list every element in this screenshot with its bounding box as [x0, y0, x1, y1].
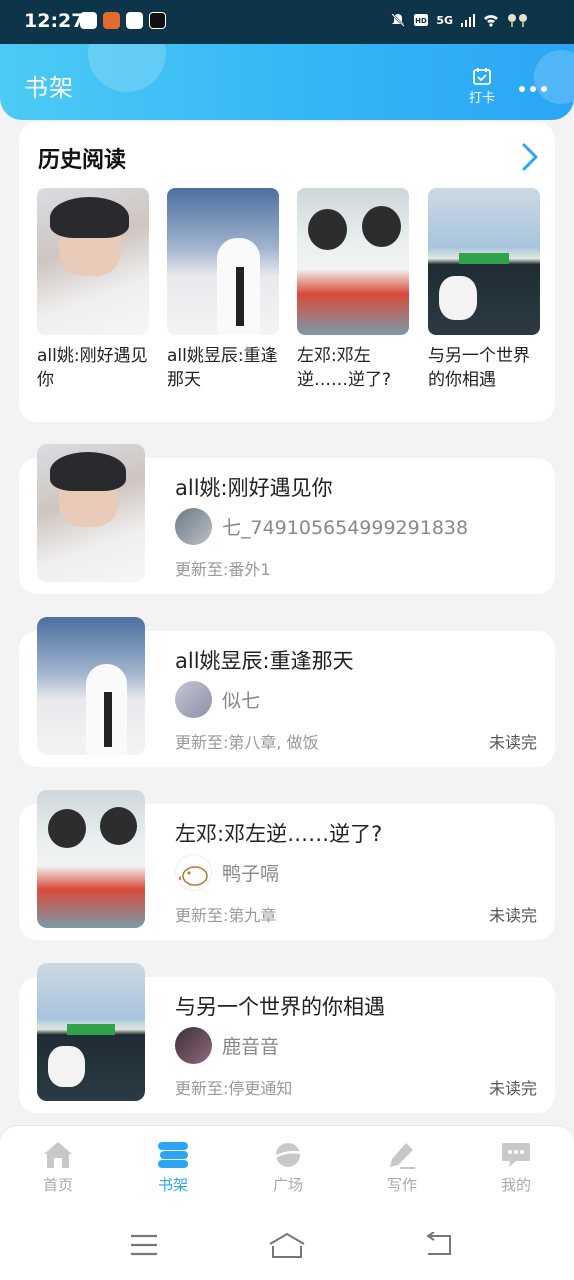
svg-text:HD: HD	[415, 17, 427, 25]
app-notification-icon	[103, 12, 120, 29]
book-cover-image	[167, 188, 279, 335]
nav-square[interactable]: 广场	[248, 1140, 328, 1195]
history-item-title: all姚昱辰:重逢那天	[167, 346, 278, 390]
book-cover-image	[37, 790, 145, 928]
mute-icon	[391, 13, 406, 27]
planet-icon	[274, 1143, 302, 1167]
book-cover-image	[297, 188, 409, 335]
status-time: 12:27	[24, 10, 85, 32]
dot-icon	[541, 86, 547, 92]
home-button-icon[interactable]	[268, 1232, 306, 1260]
app-header: 书架 打卡	[0, 44, 574, 120]
nav-label: 写作	[386, 1176, 417, 1194]
dot-icon	[530, 86, 536, 92]
status-system-icons: HD 5G	[390, 12, 530, 28]
book-author: 似七	[175, 681, 260, 718]
more-menu-button[interactable]	[519, 86, 547, 92]
book-author: 鹿音音	[175, 1027, 279, 1064]
calendar-check-icon	[473, 68, 491, 85]
capcut-app-icon	[149, 12, 166, 29]
author-avatar	[175, 1027, 212, 1064]
history-title: 历史阅读	[38, 148, 127, 173]
book-cover-image	[37, 617, 145, 755]
network-type: 5G	[436, 13, 453, 27]
wifi-icon	[484, 15, 498, 27]
author-name: 鹿音音	[222, 1036, 280, 1058]
history-item-title: all姚:刚好遇见你	[37, 346, 148, 390]
author-avatar	[175, 854, 212, 891]
book-title: 与另一个世界的你相遇	[175, 995, 385, 1019]
pen-icon	[390, 1143, 415, 1169]
book-update-status: 更新至:第八章, 做饭	[175, 733, 319, 752]
author-avatar	[175, 508, 212, 545]
nav-label: 广场	[272, 1176, 303, 1194]
bookshelf-icon	[158, 1142, 188, 1168]
status-notification-icons	[80, 12, 166, 29]
book-title: 左邓:邓左逆……逆了?	[175, 822, 383, 846]
author-name: 似七	[222, 690, 261, 712]
back-icon[interactable]	[422, 1232, 452, 1258]
book-title: all姚:刚好遇见你	[175, 476, 333, 500]
history-item[interactable]: 与另一个世界的你相遇	[428, 188, 542, 392]
book-update-status: 更新至:第九章	[175, 906, 277, 925]
book-cover-image	[37, 444, 145, 582]
chevron-right-icon[interactable]	[521, 142, 539, 172]
home-icon	[44, 1142, 72, 1168]
menu-icon[interactable]	[130, 1232, 158, 1258]
shelf-book-row[interactable]: 左邓:邓左逆……逆了? 鸭子嗝 更新至:第九章 未读完	[19, 790, 555, 940]
video-app-icon	[126, 12, 143, 29]
history-item[interactable]: all姚昱辰:重逢那天	[167, 188, 281, 392]
nav-home[interactable]: 首页	[18, 1140, 98, 1195]
shelf-book-row[interactable]: 与另一个世界的你相遇 鹿音音 更新至:停更通知 未读完	[19, 963, 555, 1113]
history-reading-card: 历史阅读 all姚:刚好遇见你 all姚昱辰:重逢那天 左邓:邓左逆……逆了? …	[19, 122, 555, 422]
author-name: 鸭子嗝	[222, 863, 280, 885]
nav-bookshelf[interactable]: 书架	[133, 1140, 213, 1195]
book-update-status: 更新至:停更通知	[175, 1079, 293, 1098]
book-update-status: 更新至:番外1	[175, 560, 271, 579]
signal-icon	[461, 14, 475, 27]
dot-icon	[519, 86, 525, 92]
book-author: 七_749105654999291838	[175, 508, 468, 545]
shelf-book-row[interactable]: all姚昱辰:重逢那天 似七 更新至:第八章, 做饭 未读完	[19, 617, 555, 767]
history-item[interactable]: 左邓:邓左逆……逆了?	[297, 188, 411, 392]
history-item-title: 与另一个世界的你相遇	[428, 346, 530, 390]
nav-label: 书架	[157, 1176, 188, 1194]
book-cover-image	[428, 188, 540, 335]
checkin-button[interactable]: 打卡	[466, 66, 498, 106]
unread-badge: 未读完	[488, 1079, 537, 1098]
book-cover-image	[37, 188, 149, 335]
nav-label: 我的	[500, 1176, 531, 1194]
bottom-navigation: 首页 书架 广场 写作 我的	[0, 1126, 574, 1214]
author-avatar	[175, 681, 212, 718]
history-item-title: 左邓:邓左逆……逆了?	[297, 346, 392, 390]
system-navigation-bar	[0, 1214, 574, 1280]
hd-icon: HD	[414, 14, 429, 26]
author-name: 七_749105654999291838	[222, 517, 469, 539]
unread-badge: 未读完	[488, 733, 537, 752]
nav-write[interactable]: 写作	[362, 1140, 442, 1195]
shelf-book-row[interactable]: all姚:刚好遇见你 七_749105654999291838 更新至:番外1	[19, 444, 555, 594]
page-title: 书架	[24, 74, 74, 102]
chat-bubble-icon	[502, 1143, 530, 1167]
battery-flower-icon	[508, 14, 527, 27]
nav-label: 首页	[42, 1176, 73, 1194]
status-bar: 12:27 HD 5G	[0, 0, 574, 44]
baidu-app-icon	[80, 12, 97, 29]
history-item[interactable]: all姚:刚好遇见你	[37, 188, 151, 392]
book-author: 鸭子嗝	[175, 854, 279, 891]
unread-badge: 未读完	[488, 906, 537, 925]
nav-profile[interactable]: 我的	[476, 1140, 556, 1195]
checkin-label: 打卡	[468, 91, 495, 106]
book-title: all姚昱辰:重逢那天	[175, 649, 354, 673]
duck-avatar-icon	[178, 866, 208, 886]
book-cover-image	[37, 963, 145, 1101]
